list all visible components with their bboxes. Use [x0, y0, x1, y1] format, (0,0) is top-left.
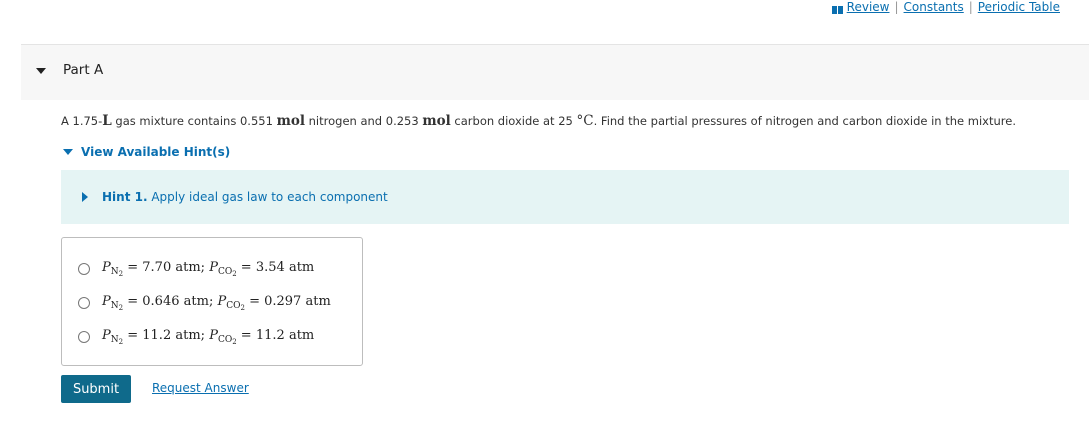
caret-down-icon [63, 149, 73, 155]
choice-expression: PN2 = 11.2 atm; PCO2 = 11.2 atm [102, 328, 315, 346]
top-links: Review | Constants | Periodic Table [831, 0, 1060, 14]
caret-down-icon[interactable] [36, 68, 46, 74]
hint-panel: Hint 1. Apply ideal gas law to each comp… [61, 170, 1069, 224]
hint-1[interactable]: Hint 1. Apply ideal gas law to each comp… [102, 190, 388, 204]
view-hints-label: View Available Hint(s) [81, 145, 231, 159]
radio-button[interactable] [78, 263, 90, 275]
book-icon [831, 3, 843, 14]
answer-choices: PN2 = 7.70 atm; PCO2 = 3.54 atm PN2 = 0.… [61, 237, 363, 366]
choice-expression: PN2 = 0.646 atm; PCO2 = 0.297 atm [102, 294, 331, 312]
radio-button[interactable] [78, 297, 90, 309]
choice-expression: PN2 = 7.70 atm; PCO2 = 3.54 atm [102, 260, 315, 278]
separator: | [968, 0, 973, 14]
view-hints-toggle[interactable]: View Available Hint(s) [63, 145, 230, 159]
question-text: A 1.75-L gas mixture contains 0.551 mol … [61, 113, 1016, 129]
separator: | [894, 0, 899, 14]
constants-link[interactable]: Constants [904, 0, 964, 14]
review-link[interactable]: Review [847, 0, 890, 14]
request-answer-link[interactable]: Request Answer [152, 381, 249, 395]
caret-right-icon[interactable] [82, 192, 88, 202]
part-title: Part A [63, 62, 104, 78]
periodic-table-link[interactable]: Periodic Table [978, 0, 1060, 14]
part-header[interactable]: Part A [21, 44, 1089, 100]
choice-option[interactable]: PN2 = 0.646 atm; PCO2 = 0.297 atm [78, 294, 331, 312]
choice-option[interactable]: PN2 = 11.2 atm; PCO2 = 11.2 atm [78, 328, 314, 346]
submit-button[interactable]: Submit [61, 375, 131, 403]
choice-option[interactable]: PN2 = 7.70 atm; PCO2 = 3.54 atm [78, 260, 314, 278]
radio-button[interactable] [78, 331, 90, 343]
